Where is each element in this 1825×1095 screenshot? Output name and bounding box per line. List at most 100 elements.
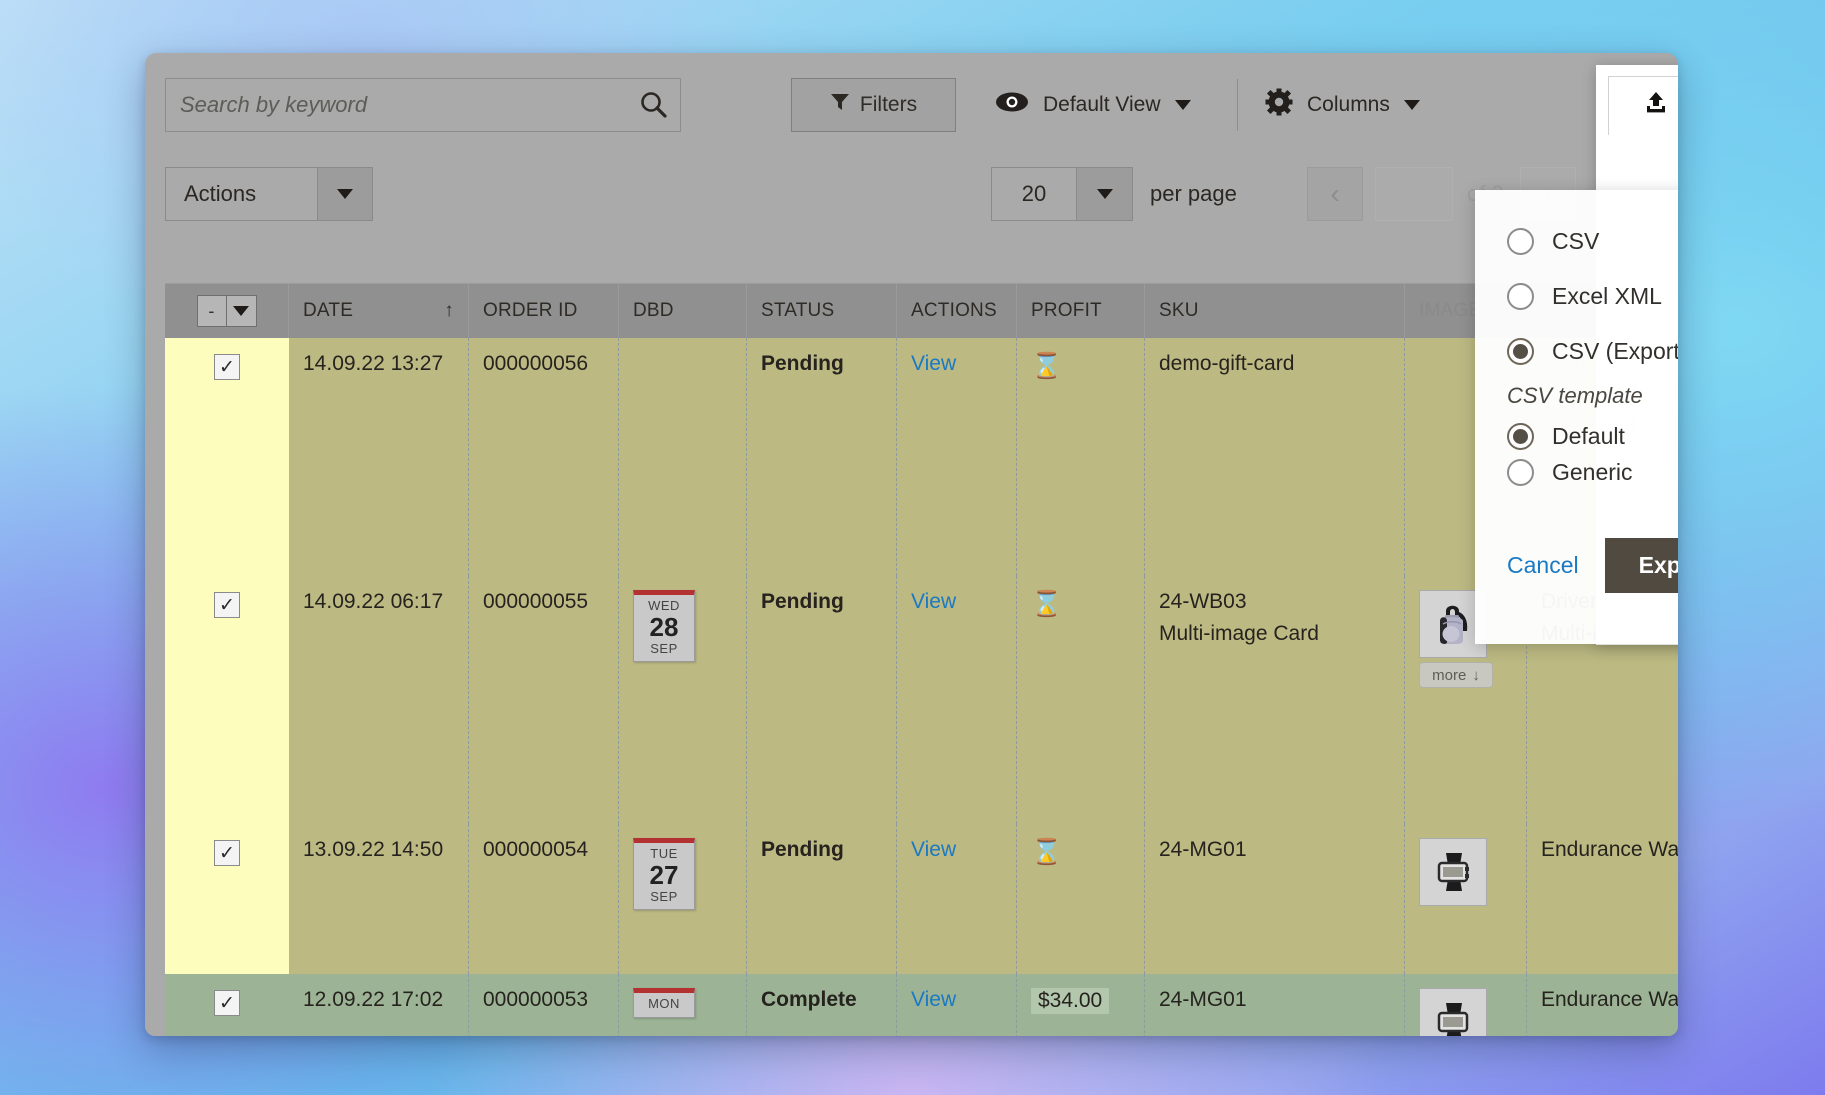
radio-icon[interactable] (1507, 459, 1534, 486)
row-checkbox[interactable]: ✓ (214, 354, 240, 380)
per-page-label: per page (1150, 181, 1237, 206)
view-link[interactable]: View (911, 988, 956, 1011)
actions-dropdown-toggle[interactable] (317, 168, 372, 220)
cell-dbd: WED 28 SEP (619, 576, 747, 824)
search-box[interactable] (165, 78, 681, 132)
upload-icon (1643, 90, 1669, 122)
table-row[interactable]: ✓ 14.09.22 13:27 000000056 Pending View … (165, 338, 1678, 576)
cell-status: Complete (747, 974, 897, 1036)
date-card-weekday: TUE (650, 846, 678, 861)
view-link[interactable]: View (911, 590, 956, 613)
date-card-day: 27 (649, 859, 679, 890)
cell-sku: demo-gift-card (1145, 338, 1405, 576)
row-checkbox[interactable]: ✓ (214, 840, 240, 866)
per-page-toggle[interactable] (1076, 168, 1132, 220)
row-select-cell[interactable]: ✓ (165, 576, 289, 824)
actions-dropdown[interactable]: Actions (165, 167, 373, 221)
column-header-profit[interactable]: PROFIT (1017, 284, 1145, 338)
cell-profit: ⌛ (1017, 824, 1145, 974)
row-select-cell[interactable]: ✓ (165, 338, 289, 576)
cell-actions[interactable]: View (897, 338, 1017, 576)
date-card-month: SEP (650, 888, 678, 904)
radio-icon[interactable] (1507, 283, 1534, 310)
column-label: PROFIT (1031, 300, 1102, 321)
column-header-status[interactable]: STATUS (747, 284, 897, 338)
csv-template-option-default[interactable]: Default (1507, 423, 1678, 450)
default-view-dropdown[interactable]: Default View (995, 78, 1191, 132)
column-header-dbd[interactable]: DBD (619, 284, 747, 338)
prev-page-button[interactable]: ‹ (1307, 167, 1363, 221)
export-confirm-button[interactable]: Export (1604, 538, 1678, 593)
csv-template-section-label: CSV template (1507, 383, 1643, 408)
column-label: ACTIONS (911, 300, 997, 321)
row-checkbox[interactable]: ✓ (214, 592, 240, 618)
export-options-panel: CSV Excel XML CSV (ExportEasy) CSV templ… (1475, 190, 1678, 644)
radio-icon[interactable] (1507, 338, 1534, 365)
cell-status: Pending (747, 576, 897, 824)
column-label: IMAGE (1419, 300, 1482, 321)
option-label: CSV (ExportEasy) (1552, 338, 1678, 364)
row-select-cell[interactable]: ✓ (165, 974, 289, 1036)
export-format-option-csv[interactable]: CSV (1507, 228, 1678, 255)
column-header-actions[interactable]: ACTIONS (897, 284, 1017, 338)
more-label: more (1432, 666, 1467, 684)
sku-secondary: Multi-image Card (1159, 622, 1319, 645)
column-header-date[interactable]: DATE ↑ (289, 284, 469, 338)
page-number-input[interactable] (1375, 167, 1453, 221)
chevron-down-icon (1174, 100, 1191, 110)
option-label: Generic (1552, 459, 1633, 485)
cell-actions[interactable]: View (897, 974, 1017, 1036)
select-all-toggle[interactable] (225, 296, 256, 326)
column-header-order-id[interactable]: ORDER ID (469, 284, 619, 338)
toolbar-divider (1237, 79, 1238, 131)
view-link[interactable]: View (911, 838, 956, 861)
search-input[interactable] (166, 92, 628, 118)
search-icon[interactable] (628, 89, 680, 121)
row-checkbox[interactable]: ✓ (214, 990, 240, 1016)
column-header-sku[interactable]: SKU (1145, 284, 1405, 338)
row-select-cell[interactable]: ✓ (165, 824, 289, 974)
option-label: CSV (1552, 228, 1600, 254)
column-label: SKU (1159, 300, 1199, 321)
cell-status: Pending (747, 338, 897, 576)
cell-date: 13.09.22 14:50 (289, 824, 469, 974)
cell-product-name: Endurance Watch (1527, 824, 1678, 974)
radio-icon[interactable] (1507, 228, 1534, 255)
cancel-button[interactable]: Cancel (1507, 552, 1579, 579)
actions-label: Actions (166, 168, 317, 220)
table-row[interactable]: ✓ 12.09.22 17:02 000000053 MON Complete … (165, 974, 1678, 1036)
chevron-down-icon (1403, 100, 1420, 110)
cell-profit: ⌛ (1017, 338, 1145, 576)
table-row[interactable]: ✓ 14.09.22 06:17 000000055 WED 28 SEP Pe… (165, 576, 1678, 824)
cell-date: 14.09.22 06:17 (289, 576, 469, 824)
cell-image (1405, 974, 1527, 1036)
per-page-select[interactable]: 20 (991, 167, 1133, 221)
cell-status: Pending (747, 824, 897, 974)
hourglass-icon: ⌛ (1031, 352, 1063, 380)
option-label: Excel XML (1552, 283, 1662, 309)
export-format-option-csv-exporteasy[interactable]: CSV (ExportEasy) (1507, 338, 1678, 365)
table-row[interactable]: ✓ 13.09.22 14:50 000000054 TUE 27 SEP Pe… (165, 824, 1678, 974)
columns-dropdown[interactable]: Columns (1265, 78, 1420, 132)
date-card-weekday: WED (648, 598, 680, 613)
watch-icon (1419, 988, 1487, 1036)
orders-grid: - DATE ↑ ORDER ID DBD STATUS ACTIONS PRO… (165, 283, 1678, 1036)
columns-label: Columns (1307, 93, 1390, 116)
csv-template-option-generic[interactable]: Generic (1507, 459, 1678, 486)
filters-button[interactable]: Filters (791, 78, 956, 132)
cell-sku: 24-MG01 (1145, 974, 1405, 1036)
eye-icon (995, 91, 1029, 119)
cell-dbd: TUE 27 SEP (619, 824, 747, 974)
radio-icon[interactable] (1507, 423, 1534, 450)
cell-actions[interactable]: View (897, 824, 1017, 974)
select-all-header[interactable]: - (165, 284, 289, 338)
export-format-option-excel-xml[interactable]: Excel XML (1507, 283, 1678, 310)
cell-order-id: 000000055 (469, 576, 619, 824)
cell-actions[interactable]: View (897, 576, 1017, 824)
cell-profit: ⌛ (1017, 576, 1145, 824)
select-all-control[interactable]: - (196, 295, 257, 327)
export-button[interactable]: Export (1608, 76, 1678, 135)
select-all-label: - (197, 296, 226, 326)
view-link[interactable]: View (911, 352, 956, 375)
more-images-button[interactable]: more ↓ (1419, 662, 1493, 688)
